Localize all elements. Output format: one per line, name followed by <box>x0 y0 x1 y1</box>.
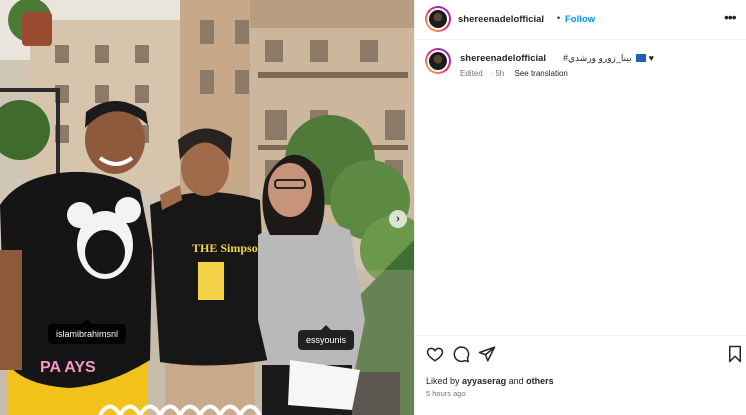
caption-username[interactable]: shereenadelofficial <box>460 53 546 64</box>
svg-text:THE Simpsons: THE Simpsons <box>192 241 269 255</box>
more-icon[interactable]: ••• <box>724 9 737 25</box>
instagram-post-modal: PA AYS THE Simpsons islamibrahimsnl essy… <box>0 0 746 415</box>
post-photo[interactable]: PA AYS THE Simpsons islamibrahimsnl essy… <box>0 0 414 415</box>
photo-illustration: PA AYS THE Simpsons <box>0 0 414 415</box>
caption-meta: Edited · 5h See translation <box>460 69 576 78</box>
chevron-right-icon[interactable]: › <box>389 210 407 228</box>
flag-icon <box>636 54 647 62</box>
heart-icon[interactable] <box>426 345 444 363</box>
post-actions: Liked by ayyaserag and others 5 hours ag… <box>415 335 746 415</box>
see-translation-link[interactable]: See translation <box>515 69 568 78</box>
avatar[interactable] <box>425 6 451 32</box>
post-timestamp[interactable]: 5 hours ago <box>426 389 466 398</box>
liked-by-user[interactable]: ayyaserag <box>462 376 506 386</box>
svg-text:PA AYS: PA AYS <box>40 359 96 376</box>
caption-hashtag[interactable]: #بينا_زورو ورشدي <box>563 53 632 63</box>
heart-emoji: ♥ <box>648 53 654 63</box>
user-tag[interactable]: islamibrahimsnl <box>48 319 127 344</box>
separator-dot: • <box>557 13 561 23</box>
liked-by-prefix: Liked by <box>426 376 460 386</box>
post-username[interactable]: shereenadelofficial <box>458 14 544 25</box>
avatar[interactable] <box>425 48 451 74</box>
caption-time[interactable]: 5h <box>495 69 504 78</box>
post-header: shereenadelofficial • Follow ••• <box>415 0 746 40</box>
dot-separator: · <box>490 69 494 78</box>
caption-text: #بينا_زورو ورشدي ♥ <box>563 53 654 64</box>
follow-button[interactable]: Follow <box>565 14 595 25</box>
share-icon[interactable] <box>478 345 496 363</box>
liked-by-others[interactable]: others <box>526 376 554 386</box>
post-side-panel: shereenadelofficial • Follow ••• shereen… <box>414 0 746 415</box>
comment-icon[interactable] <box>452 345 470 363</box>
user-tag[interactable]: essyounis <box>298 325 355 350</box>
edited-label: Edited <box>460 69 483 78</box>
bookmark-icon[interactable] <box>726 345 744 363</box>
likes-summary: Liked by ayyaserag and others <box>426 376 554 386</box>
liked-by-and: and <box>508 376 524 386</box>
